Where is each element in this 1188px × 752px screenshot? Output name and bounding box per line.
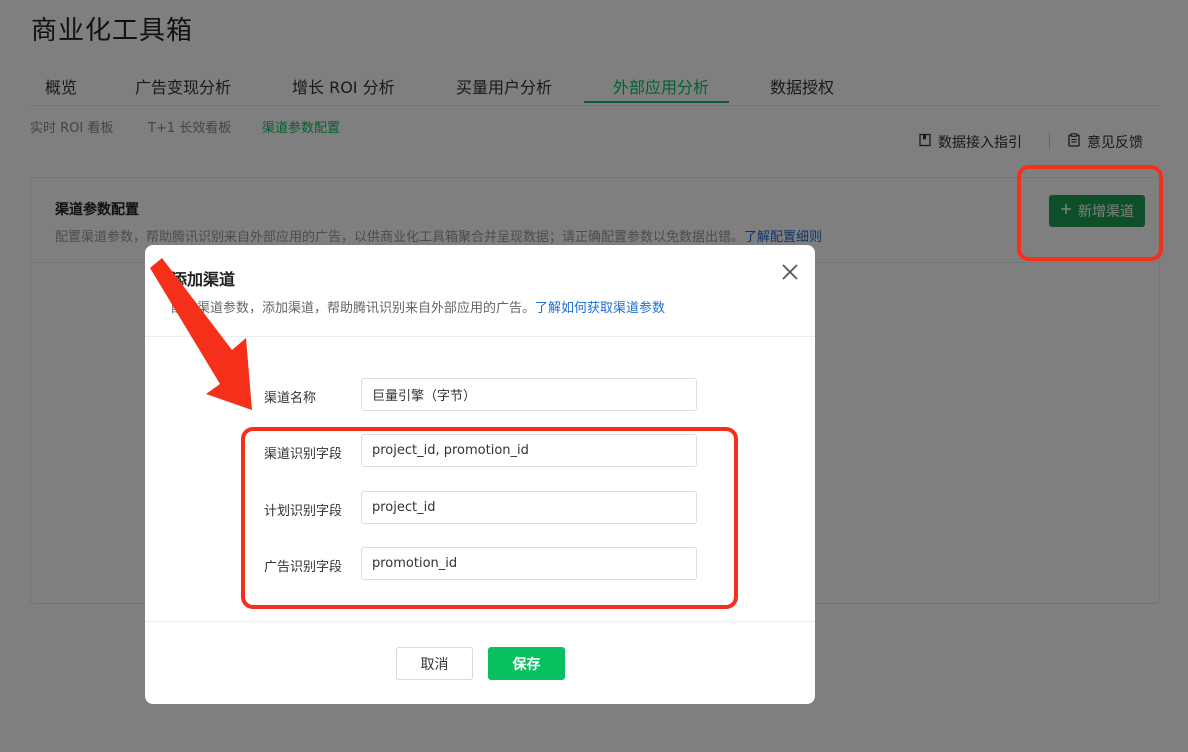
cancel-button[interactable]: 取消 [396,647,473,680]
annotation-box-id-fields [241,427,738,609]
close-icon[interactable] [779,261,801,283]
save-button[interactable]: 保存 [488,647,565,680]
dialog-title: 添加渠道 [171,270,236,289]
dialog-divider-top [145,336,815,337]
get-channel-params-link[interactable]: 了解如何获取渠道参数 [535,301,665,316]
channel-name-input[interactable] [361,378,697,411]
dialog-description: 配置渠道参数，添加渠道，帮助腾讯识别来自外部应用的广告。了解如何获取渠道参数 [171,297,665,316]
dialog-divider-bottom [145,621,815,622]
dialog-description-text: 配置渠道参数，添加渠道，帮助腾讯识别来自外部应用的广告。 [171,301,536,316]
channel-name-label: 渠道名称 [264,391,317,406]
annotation-box-add-button [1017,165,1163,261]
